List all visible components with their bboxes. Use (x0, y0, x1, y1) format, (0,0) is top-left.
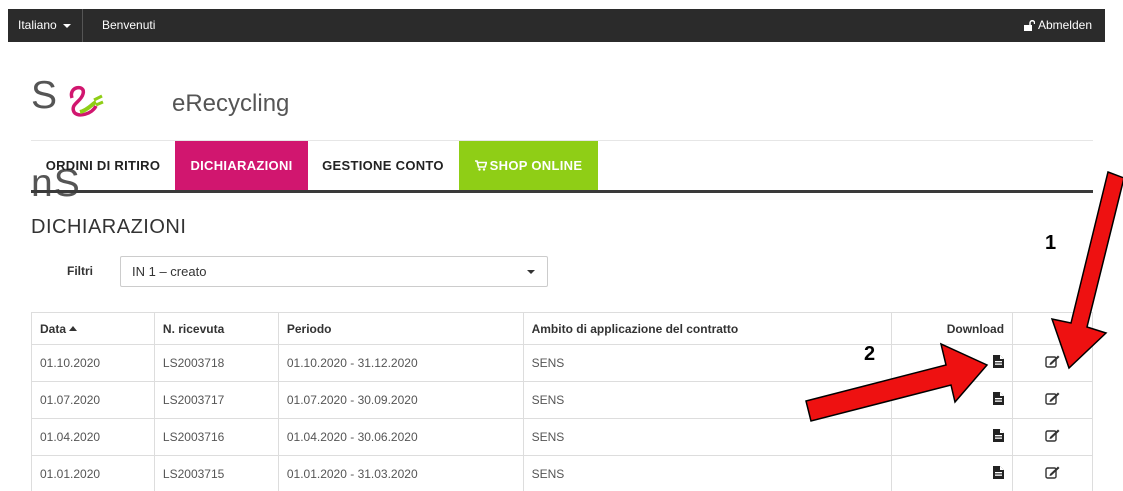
cell-data: 01.07.2020 (31, 381, 155, 419)
cell-ambito: SENS (522, 344, 893, 382)
nav-tab-ordini[interactable]: ORDINI DI RITIRO (31, 141, 175, 190)
file-download-icon[interactable] (993, 466, 1005, 479)
main-nav: ORDINI DI RITIRO DICHIARAZIONI GESTIONE … (31, 141, 1093, 193)
table-header-row: Data N. ricevuta Periodo Ambito di appli… (31, 312, 1093, 345)
cell-periodo: 01.04.2020 - 30.06.2020 (277, 418, 524, 456)
file-download-icon[interactable] (993, 355, 1005, 368)
sort-ascending-icon (69, 325, 78, 331)
annotation-2: 2 (864, 343, 876, 365)
cart-icon (474, 160, 488, 171)
language-label: Italiano (18, 18, 57, 32)
filter-value: IN 1 – creato (132, 264, 207, 279)
caret-down-icon (527, 270, 535, 274)
filter-select[interactable]: IN 1 – creato (120, 256, 548, 287)
cell-data: 01.10.2020 (31, 344, 155, 382)
cell-ricevuta: LS2003716 (153, 418, 279, 456)
cell-periodo: 01.10.2020 - 31.12.2020 (277, 344, 524, 382)
top-bar: Italiano Benvenuti Abmelden (8, 9, 1105, 42)
column-header-actions (1012, 312, 1093, 345)
nav-tab-shop-online[interactable]: SHOP ONLINE (459, 141, 598, 190)
declarations-table: Data N. ricevuta Periodo Ambito di appli… (31, 312, 1093, 491)
cell-ricevuta: LS2003715 (153, 455, 279, 491)
cell-download (891, 381, 1014, 419)
cell-download (891, 455, 1014, 491)
edit-icon[interactable] (1045, 466, 1060, 479)
cell-ricevuta: LS2003717 (153, 381, 279, 419)
nav-tab-dichiarazioni[interactable]: DICHIARAZIONI (175, 141, 308, 190)
edit-icon[interactable] (1045, 392, 1060, 405)
logout-label: Abmelden (1037, 18, 1092, 32)
column-header-periodo: Periodo (277, 312, 524, 345)
edit-icon[interactable] (1045, 429, 1060, 442)
cell-data: 01.01.2020 (31, 455, 155, 491)
cell-download (891, 418, 1014, 456)
nav-tab-gestione-conto[interactable]: GESTIONE CONTO (308, 141, 458, 190)
column-header-ricevuta: N. ricevuta (153, 312, 279, 345)
cell-edit (1012, 381, 1093, 419)
table-row: 01.04.2020 LS2003716 01.04.2020 - 30.06.20… (31, 418, 1093, 456)
cell-edit (1012, 344, 1093, 382)
column-header-download: Download (891, 312, 1014, 345)
cell-data: 01.04.2020 (31, 418, 155, 456)
shop-online-label: SHOP ONLINE (489, 158, 583, 173)
table-row: 01.01.2020 LS2003715 01.01.2020 - 31.03.20… (31, 455, 1093, 491)
filter-label: Filtri (67, 264, 93, 278)
cell-download (891, 344, 1014, 382)
column-header-ambito: Ambito di applicazione del contratto (522, 312, 893, 345)
cell-ambito: SENS (522, 455, 893, 491)
caret-down-icon (63, 23, 72, 28)
language-dropdown[interactable]: Italiano (8, 9, 84, 42)
table-row: 01.10.2020 LS2003718 01.10.2020 - 31.12.20… (31, 344, 1093, 382)
welcome-text: Benvenuti (102, 18, 156, 32)
cell-ambito: SENS (522, 418, 893, 456)
file-download-icon[interactable] (993, 429, 1005, 442)
cell-edit (1012, 455, 1093, 491)
logo-subtitle: eRecycling (172, 90, 290, 117)
file-download-icon[interactable] (993, 392, 1005, 405)
logout-link[interactable]: Abmelden (1023, 9, 1092, 42)
cell-ricevuta: LS2003718 (153, 344, 279, 382)
unlock-icon (1023, 19, 1036, 31)
edit-icon[interactable] (1045, 355, 1060, 368)
cell-periodo: 01.01.2020 - 31.03.2020 (277, 455, 524, 491)
cell-ambito: SENS (522, 381, 893, 419)
page-title: DICHIARAZIONI (31, 216, 187, 238)
cell-periodo: 01.07.2020 - 30.09.2020 (277, 381, 524, 419)
annotation-1: 1 (1045, 232, 1057, 254)
column-header-data[interactable]: Data (31, 312, 155, 345)
table-row: 01.07.2020 LS2003717 01.07.2020 - 30.09.20… (31, 381, 1093, 419)
cell-edit (1012, 418, 1093, 456)
